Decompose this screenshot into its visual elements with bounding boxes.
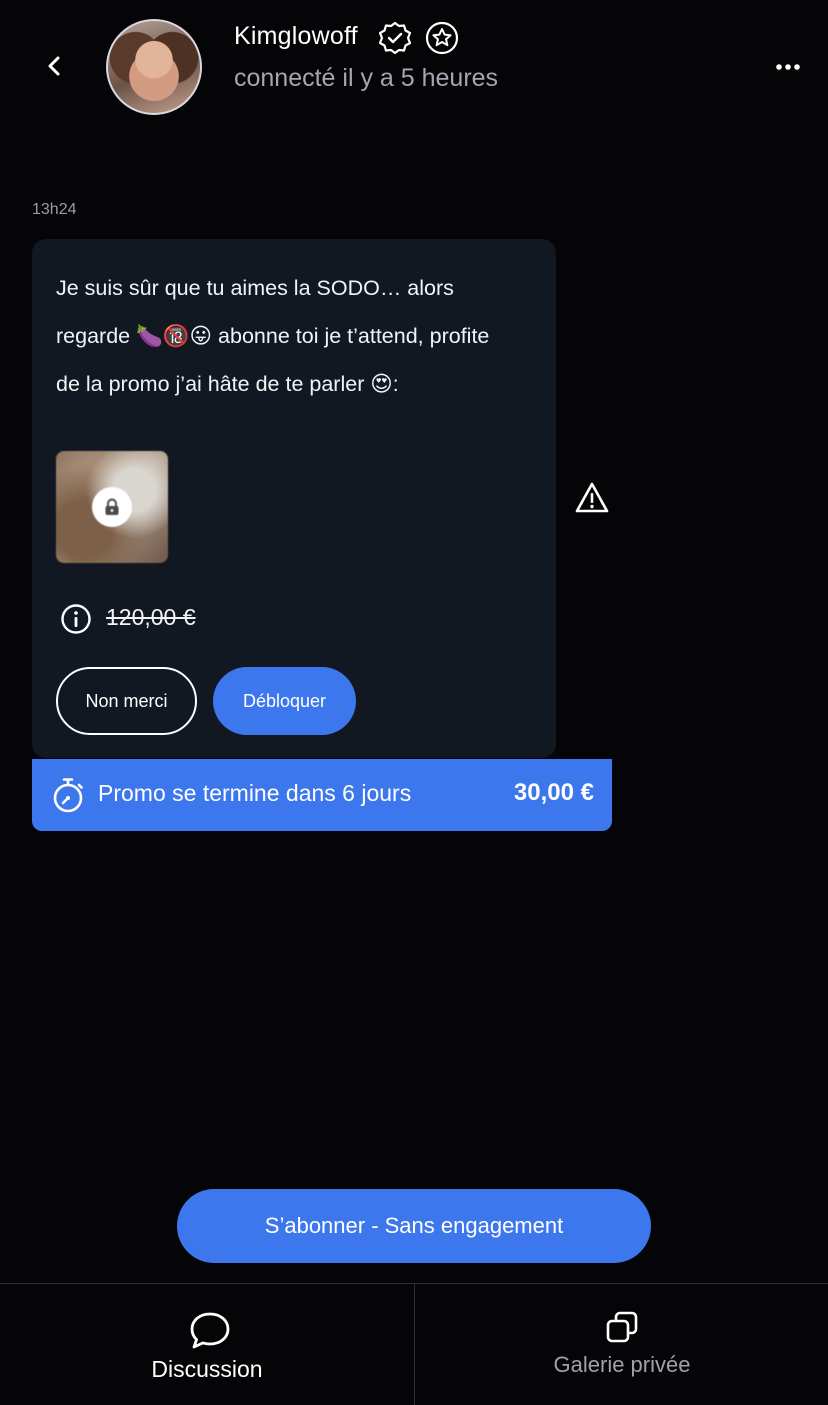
message-line: de la promo j’ai hâte de te parler 😍: <box>56 360 536 408</box>
tab-label: Galerie privée <box>553 1352 691 1377</box>
star-badge-icon <box>425 21 459 55</box>
subscribe-button[interactable]: S’abonner - Sans engagement <box>177 1189 651 1263</box>
message-text-segment: : <box>392 372 399 396</box>
username[interactable]: Kimglowoff <box>234 22 358 51</box>
info-icon[interactable] <box>60 603 92 635</box>
verified-badge-icon <box>378 21 412 55</box>
back-button[interactable] <box>34 46 74 86</box>
tongue-emoji: 😛 <box>189 324 213 348</box>
promo-text: Promo se termine dans 6 jours <box>98 780 412 806</box>
decline-button[interactable]: Non merci <box>56 667 197 735</box>
gallery-copy-icon <box>606 1311 638 1343</box>
message-timestamp: 13h24 <box>32 201 77 218</box>
more-options-button[interactable] <box>766 52 810 82</box>
message-text-segment: regarde <box>56 324 137 348</box>
promo-price: 30,00 € <box>513 779 594 806</box>
message-line: regarde 🍆🔞😛 abonne toi je t’attend, prof… <box>56 312 536 360</box>
online-status: connecté il y a 5 heures <box>234 64 499 92</box>
locked-media-thumbnail[interactable] <box>56 451 168 563</box>
original-price: 120,00 € <box>106 604 196 630</box>
stopwatch-icon <box>53 778 83 813</box>
promo-banner: Promo se termine dans 6 jours 30,00 € <box>32 759 612 831</box>
message-text-segment: de la promo j’ai hâte de te parler <box>56 372 371 396</box>
chat-screen: Kimglowoff connecté il y a 5 heures 13h2… <box>0 0 828 1405</box>
unlock-button[interactable]: Débloquer <box>213 667 356 735</box>
message-text: Je suis sûr que tu aimes la SODO… alors … <box>56 264 536 408</box>
report-warning-icon[interactable] <box>574 481 610 515</box>
tab-private-gallery[interactable]: Galerie privée <box>415 1284 828 1405</box>
eggplant-emoji: 🍆 <box>136 324 163 348</box>
avatar[interactable] <box>106 19 202 115</box>
message-line: Je suis sûr que tu aimes la SODO… alors <box>56 276 454 300</box>
no-under-18-emoji: 🔞 <box>162 324 190 348</box>
tab-label: Discussion <box>151 1356 263 1382</box>
bottom-nav: Discussion Galerie privée <box>0 1283 828 1405</box>
tab-discussion[interactable]: Discussion <box>0 1284 414 1405</box>
more-dots-icon <box>776 64 800 70</box>
message-text-segment: abonne toi je t’attend, profite <box>212 324 490 348</box>
heart-eyes-emoji: 😍 <box>370 372 393 396</box>
message-card: Je suis sûr que tu aimes la SODO… alors … <box>32 239 556 758</box>
chevron-left-icon <box>48 56 60 76</box>
chat-bubble-icon <box>190 1312 230 1349</box>
lock-icon <box>92 487 132 527</box>
